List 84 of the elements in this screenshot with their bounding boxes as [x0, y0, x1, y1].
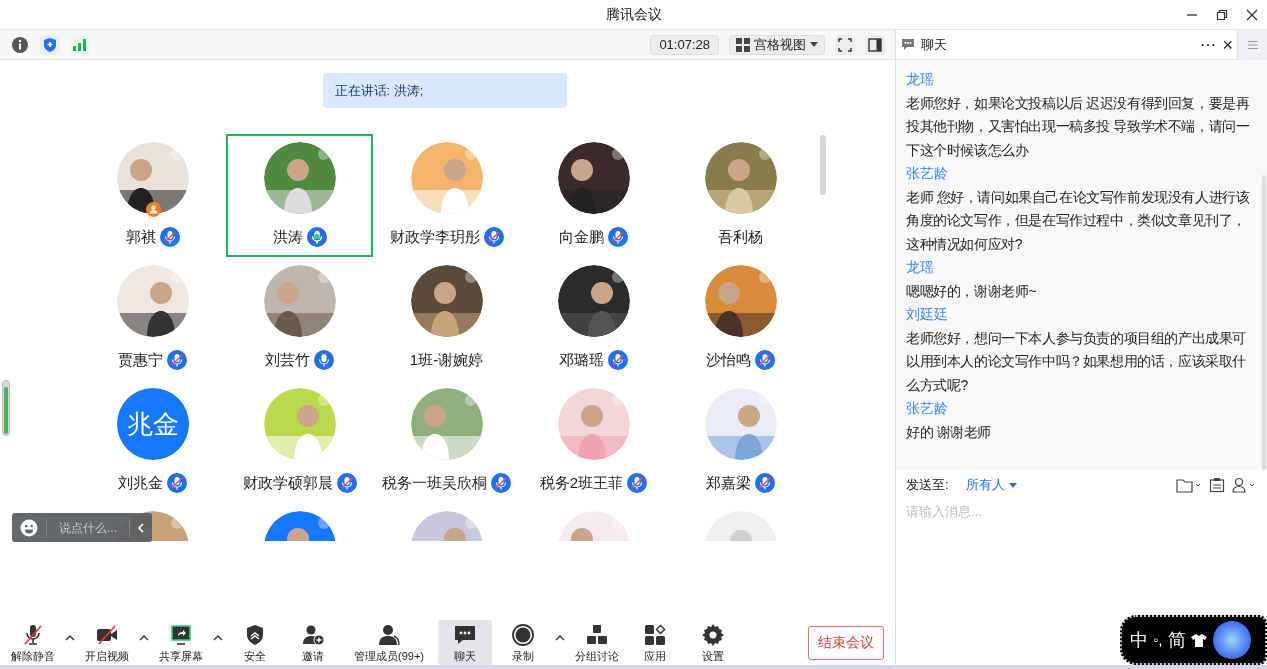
sender-name: 龙瑶	[906, 258, 935, 277]
settings-icon	[701, 623, 725, 647]
orb-icon[interactable]	[1211, 620, 1252, 660]
participant-name: 税务一班吴欣桐	[382, 473, 487, 493]
participant-name: 洪涛	[272, 227, 303, 247]
sender-name: 张艺龄	[906, 399, 949, 418]
sender-name: 张艺龄	[906, 164, 949, 183]
grid-icon	[585, 623, 609, 647]
shield-icon[interactable]	[40, 34, 60, 55]
chat-icon	[901, 38, 915, 51]
participant-name: 吾利杨	[718, 227, 763, 247]
message-text: 老师您好，想问一下本人参与负责的项目组的产出成果可以用到本人的论文写作中吗？如果想用的话，应该采取什么方式呢?	[906, 328, 1247, 395]
toolbar-button[interactable]: 分组讨论	[570, 620, 624, 665]
people-icon	[377, 623, 401, 647]
toolbar-button[interactable]: 聊天	[438, 620, 492, 665]
emoji-icon[interactable]	[20, 518, 38, 537]
recipient-dropdown[interactable]: 所有人	[966, 475, 1017, 495]
close-button[interactable]: ×	[1222, 35, 1233, 54]
ime-punctuation-text: ◦,	[1153, 629, 1163, 650]
end-meeting-button[interactable]: 结束会议	[808, 625, 884, 660]
participant-name: 郑嘉梁	[706, 473, 751, 493]
grid-icon	[736, 37, 750, 52]
restore-icon[interactable]	[1216, 9, 1228, 21]
apps-icon	[643, 623, 667, 647]
sender-name: 刘廷廷	[906, 305, 949, 324]
signal-icon[interactable]	[70, 34, 90, 55]
screen-share-icon	[169, 623, 193, 647]
chat-icon	[453, 623, 477, 647]
quick-comment-bar[interactable]: 说点什么...	[12, 513, 152, 542]
send-to-label: 发送至:	[906, 476, 950, 495]
more-button[interactable]: ⋯	[1200, 36, 1217, 53]
meeting-timer: 01:07:28	[650, 34, 719, 55]
participant-name: 郭祺	[125, 227, 156, 247]
record-icon	[511, 623, 535, 647]
chat-title: 聊天	[921, 35, 947, 54]
notice-board-icon[interactable]	[1209, 477, 1225, 493]
sender-name: 龙瑶	[906, 70, 935, 89]
toolbar-button[interactable]: 设置	[686, 620, 740, 665]
participant-name: 财政学李玥彤	[389, 227, 480, 247]
message-text: 老师 您好，请问如果自己在论文写作前发现没有人进行该角度的论文写作，但是在写作过程中，类似文章见刊了，这种情况如何应对?	[906, 187, 1251, 254]
participant-name: 沙怡鸣	[706, 350, 751, 370]
message-text: 老师您好，如果论文投稿以后 迟迟没有得到回复，要是再投其他刊物，又害怕出现一稿多投 导致学术不端，请问一下这个时候该怎么办	[906, 93, 1251, 160]
drag-handle[interactable]	[2, 380, 10, 436]
ime-status-widget[interactable]: 中 ◦, 简	[1120, 615, 1267, 665]
toolbar-button[interactable]: 录制	[496, 620, 550, 665]
toolbar-button[interactable]: 应用	[628, 620, 682, 665]
sidebar-toggle-icon[interactable]	[865, 34, 885, 55]
toolbar-button[interactable]: 安全	[228, 620, 282, 665]
participant-name: 财政学硕郭晨	[242, 473, 333, 493]
toolbar-button[interactable]: 共享屏幕	[154, 620, 208, 665]
camera-icon	[95, 623, 119, 647]
collapse-icon[interactable]	[136, 521, 146, 534]
toolbar-button[interactable]: 开启视频	[80, 620, 134, 665]
window-title: 腾讯会议	[605, 5, 662, 24]
message-text: 好的 谢谢老师	[906, 422, 993, 442]
caret-icon	[1009, 482, 1017, 488]
participant-name: 刘芸竹	[265, 350, 310, 370]
info-icon[interactable]	[11, 35, 29, 54]
quick-comment-placeholder: 说点什么...	[58, 519, 118, 537]
microphone-icon	[21, 623, 45, 647]
participant-name: 邓璐瑶	[559, 350, 604, 370]
message-text: 嗯嗯好的，谢谢老师~	[906, 281, 1038, 301]
caret-icon	[810, 42, 818, 47]
view-dropdown[interactable]: 宫格视图	[729, 34, 825, 55]
participant-name: 刘兆金	[118, 473, 163, 493]
toolbar-button[interactable]: 解除静音	[6, 620, 60, 665]
participant-name: 1班-谢婉婷	[409, 350, 484, 370]
folder-icon[interactable]	[1176, 477, 1202, 493]
participant-name: 向金鹏	[559, 227, 604, 247]
ime-script-text: 简	[1167, 628, 1186, 652]
scrollbar-thumb[interactable]	[820, 135, 826, 195]
message-input[interactable]: 请输入消息...	[906, 500, 1257, 522]
toolbar-button[interactable]: 邀请	[286, 620, 340, 665]
initials-avatar: 兆金	[116, 388, 189, 460]
shirt-icon[interactable]	[1190, 633, 1207, 647]
fullscreen-icon[interactable]	[835, 34, 855, 55]
add-person-icon	[301, 623, 325, 647]
participant-name: 贾惠宁	[118, 350, 163, 370]
active-speaker-tile[interactable]: 洪涛	[226, 134, 373, 257]
participant-name: 税务2班王菲	[539, 473, 624, 493]
close-icon[interactable]	[1246, 9, 1258, 21]
toolbar-button[interactable]: 管理成员(99+)	[344, 620, 434, 665]
ime-mode-text: 中	[1130, 628, 1148, 652]
speaker-banner: 正在讲话: 洪涛;	[322, 73, 567, 108]
